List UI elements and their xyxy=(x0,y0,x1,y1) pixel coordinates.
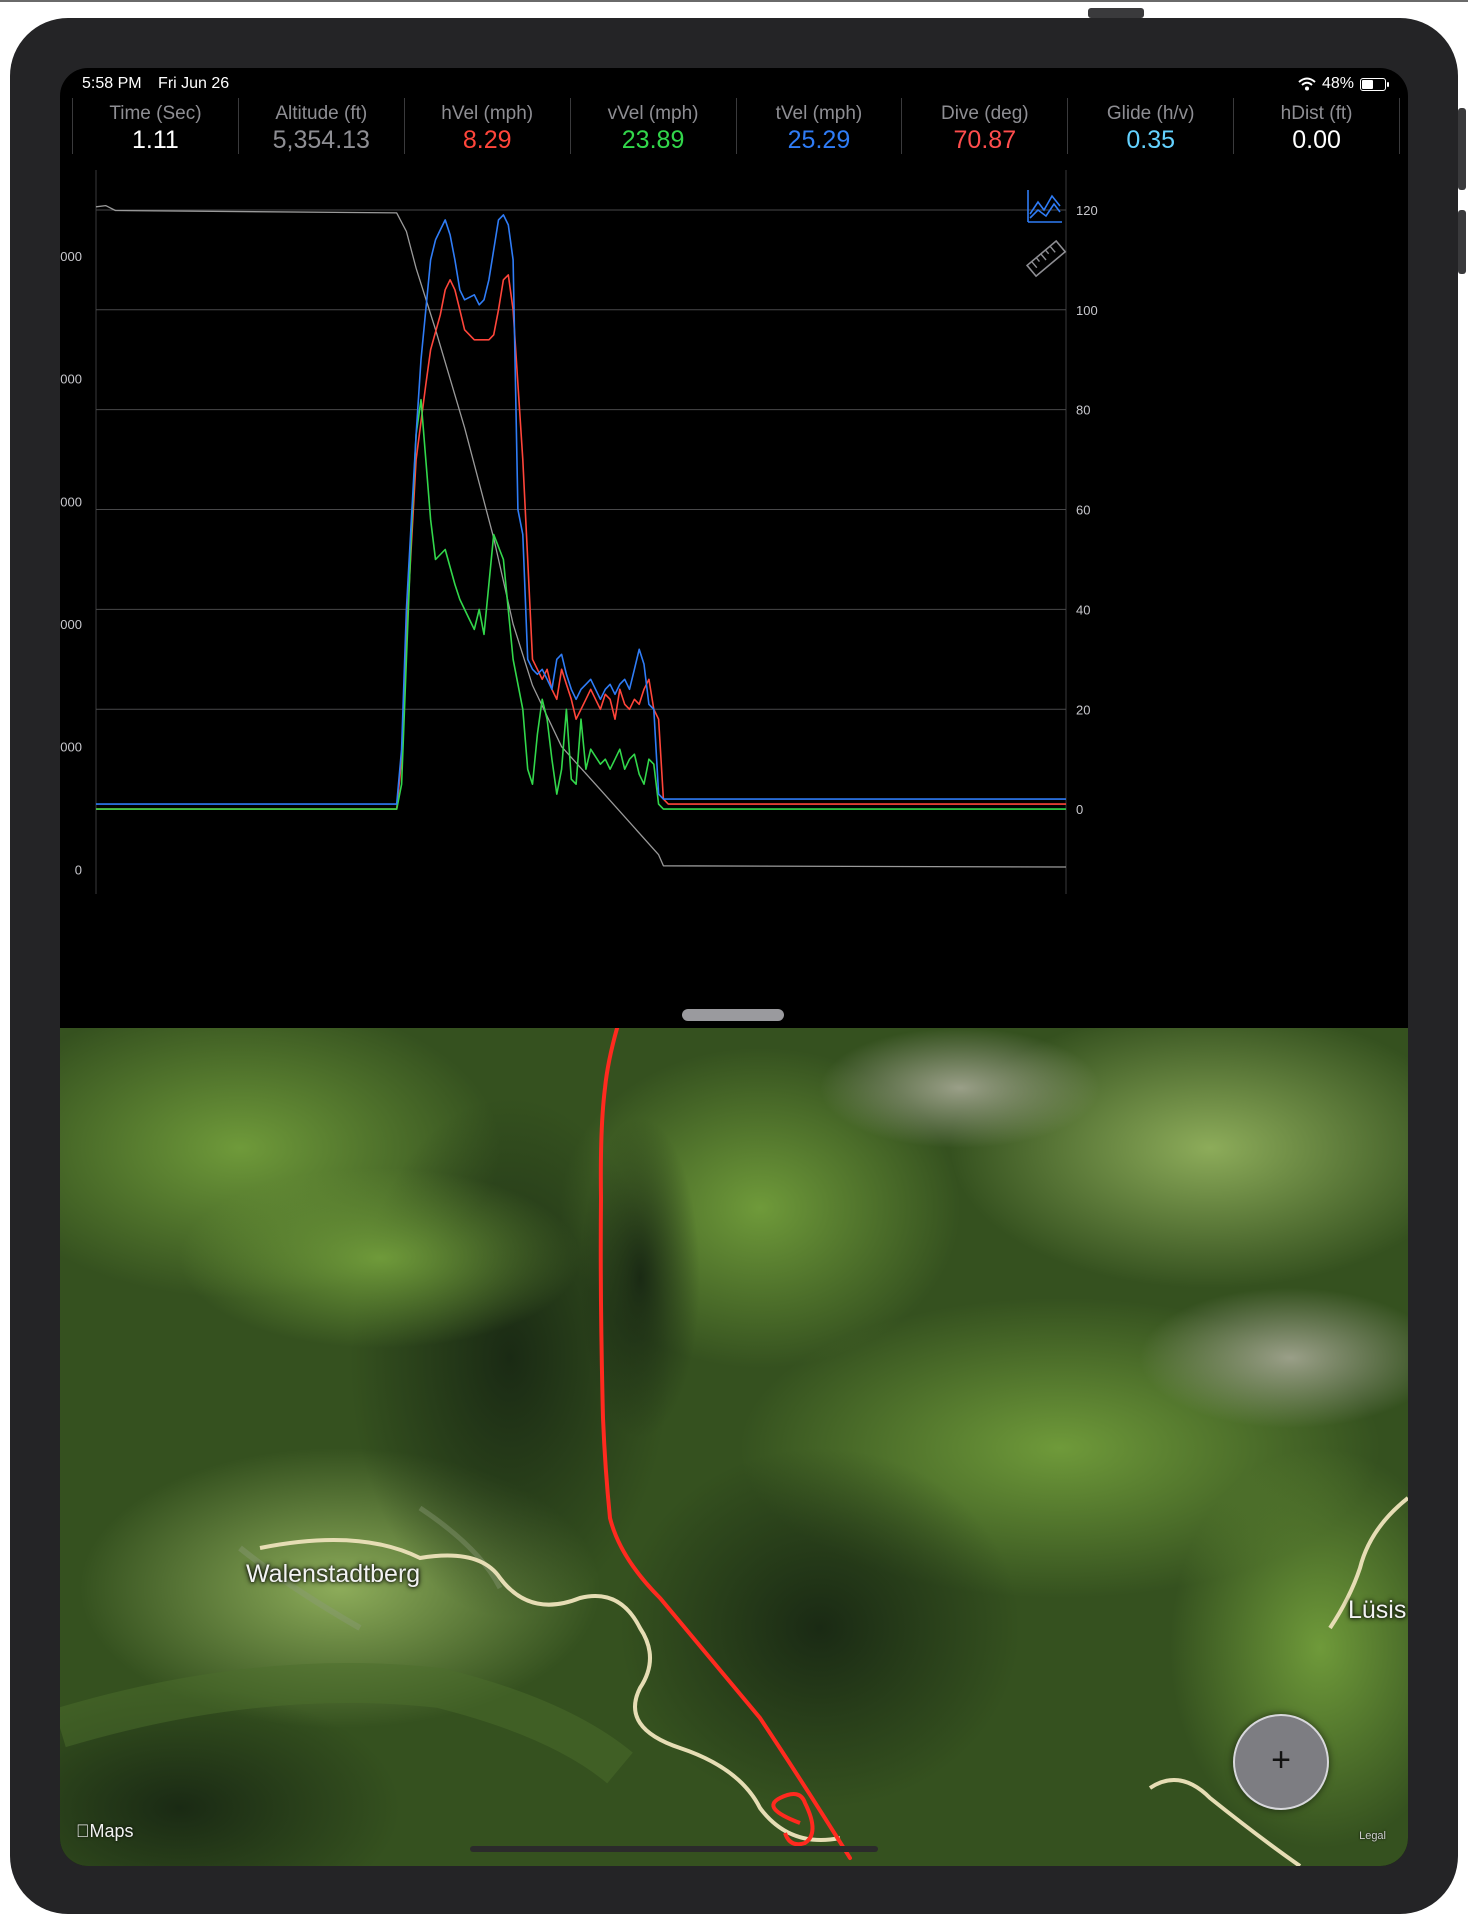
metric-value: 70.87 xyxy=(953,126,1017,154)
metric-cell: Glide (h/v) 0.35 xyxy=(1067,98,1233,154)
metric-value: 25.29 xyxy=(787,126,851,154)
satellite-map[interactable]: Walenstadtberg Lüsis Maps Legal xyxy=(60,1028,1408,1866)
left-tick-label: 0 xyxy=(75,862,82,877)
left-tick-label: 2000 xyxy=(60,617,82,632)
left-tick-label: 3000 xyxy=(60,494,82,509)
status-bar: 5:58 PM Fri Jun 26 48% xyxy=(60,68,1408,98)
place-label-lusis: Lüsis xyxy=(1348,1596,1407,1624)
top-border-line xyxy=(0,0,1468,2)
metric-value: 0.00 xyxy=(1292,126,1341,154)
map-terrain[interactable] xyxy=(60,1028,1408,1866)
home-indicator[interactable] xyxy=(470,1846,878,1852)
metric-value: 23.89 xyxy=(621,126,685,154)
right-tick-label: 40 xyxy=(1076,602,1090,617)
metric-value: 0.35 xyxy=(1126,126,1176,154)
status-date: Fri Jun 26 xyxy=(158,75,230,92)
maps-attribution[interactable]: Maps xyxy=(76,1821,134,1842)
metric-label: vVel (mph) xyxy=(607,103,699,124)
metric-cell: Altitude (ft) 5,354.13 xyxy=(237,98,404,154)
left-tick-label: 4000 xyxy=(60,372,82,387)
right-tick-label: 80 xyxy=(1076,403,1090,418)
metric-label: hVel (mph) xyxy=(441,103,534,124)
split-divider-handle[interactable] xyxy=(682,1009,784,1021)
left-tick-label: 5000 xyxy=(60,249,82,264)
maps-attribution-text: Maps xyxy=(76,1821,134,1841)
zoom-in-button[interactable]: + xyxy=(1233,1714,1329,1810)
metric-cell: hDist (ft) 0.00 xyxy=(1233,98,1400,154)
screen: 5:58 PM Fri Jun 26 48% Time (Sec) 1.11 Alt… xyxy=(60,68,1408,1866)
apple-logo-icon:  xyxy=(76,1821,90,1841)
metric-label: tVel (mph) xyxy=(775,103,863,124)
left-tick-label: 1000 xyxy=(60,740,82,755)
chart-svg[interactable]: 0 20 40 60 80 100 120 0 1000 2000 3000 4000 5000 xyxy=(60,170,1408,990)
metric-label: Glide (h/v) xyxy=(1106,103,1195,124)
metric-cell: tVel (mph) 25.29 xyxy=(735,98,902,154)
right-tick-label: 20 xyxy=(1076,702,1090,717)
battery-icon xyxy=(1360,77,1389,91)
metric-label: Altitude (ft) xyxy=(275,103,368,124)
right-tick-label: 0 xyxy=(1076,802,1083,817)
flight-chart[interactable]: 0 20 40 60 80 100 120 0 1000 2000 3000 4000 5000 xyxy=(60,170,1408,990)
metric-cell: Time (Sec) 1.11 xyxy=(72,98,238,154)
right-tick-label: 60 xyxy=(1076,503,1090,518)
status-time: 5:58 PM xyxy=(82,75,142,92)
metric-cell: Dive (deg) 70.87 xyxy=(901,98,1067,154)
right-tick-label: 120 xyxy=(1076,203,1098,218)
metric-label: Dive (deg) xyxy=(940,103,1029,124)
battery-percent: 48% xyxy=(1321,75,1354,92)
top-hardware-button xyxy=(1088,8,1144,18)
volume-up-button xyxy=(1458,108,1466,190)
metric-label: hDist (ft) xyxy=(1280,103,1353,124)
right-tick-label: 100 xyxy=(1076,303,1098,318)
ruler-icon[interactable] xyxy=(1025,239,1067,278)
series-altitude-line xyxy=(95,204,1067,868)
metric-label: Time (Sec) xyxy=(109,103,202,124)
wifi-icon xyxy=(1298,77,1316,91)
metrics-header: Time (Sec) 1.11 Altitude (ft) 5,354.13 hVel … xyxy=(72,98,1400,154)
metric-value: 1.11 xyxy=(132,126,179,154)
metric-value: 8.29 xyxy=(462,126,512,154)
series-vVel-line xyxy=(96,398,1066,810)
metric-cell: vVel (mph) 23.89 xyxy=(569,98,736,154)
line-chart-icon[interactable] xyxy=(1027,190,1062,223)
volume-down-button xyxy=(1458,210,1466,274)
legal-link[interactable]: Legal xyxy=(1359,1830,1386,1842)
metric-cell: hVel (mph) 8.29 xyxy=(403,98,570,154)
place-label-walenstadtberg: Walenstadtberg xyxy=(246,1560,421,1588)
metric-value: 5,354.13 xyxy=(272,126,370,154)
